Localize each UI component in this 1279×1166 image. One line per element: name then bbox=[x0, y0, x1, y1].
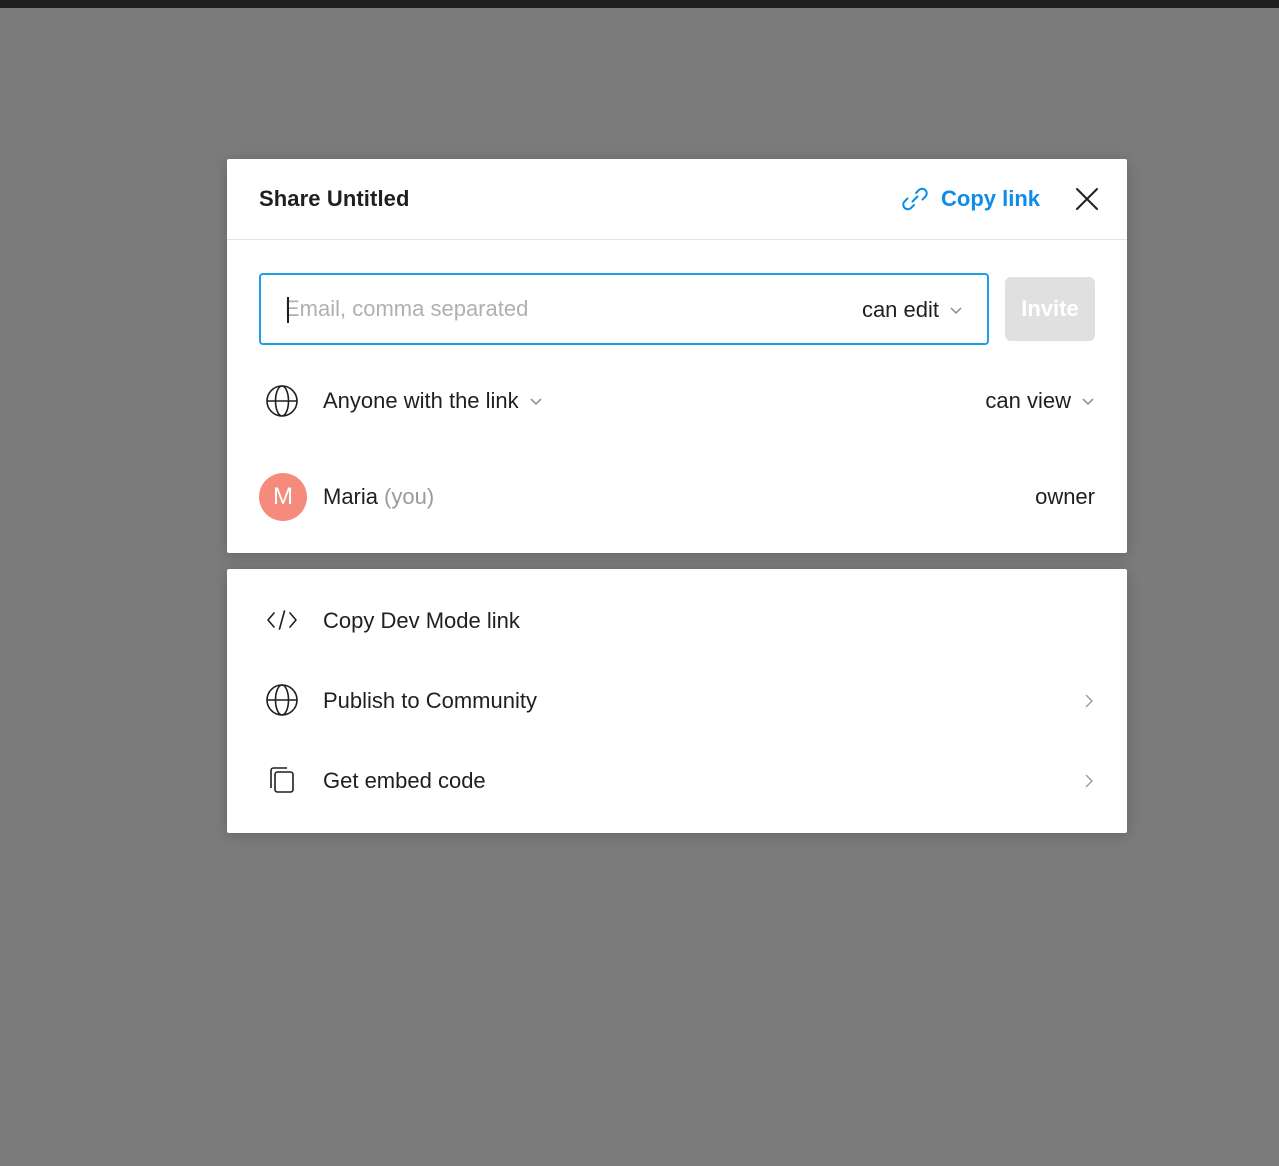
link-permission-label: can view bbox=[985, 388, 1071, 413]
copy-dev-mode-link-item[interactable]: Copy Dev Mode link bbox=[227, 589, 1127, 653]
share-actions-panel: Copy Dev Mode link Publish to Community … bbox=[227, 569, 1127, 833]
avatar: M bbox=[259, 473, 307, 521]
link-permission-dropdown[interactable]: can view bbox=[985, 388, 1095, 414]
embed-copy-icon bbox=[270, 767, 294, 793]
member-name-group: Maria (you) bbox=[323, 484, 434, 510]
chevron-right-icon bbox=[1085, 774, 1094, 788]
dialog-header: Share Untitled Copy link bbox=[227, 159, 1127, 240]
invite-permission-dropdown[interactable]: can edit bbox=[862, 293, 963, 327]
link-icon bbox=[902, 187, 928, 211]
share-dialog: Share Untitled Copy link can edit Invite bbox=[227, 159, 1127, 553]
email-input[interactable] bbox=[285, 291, 825, 327]
code-icon bbox=[267, 610, 297, 630]
link-scope-label: Anyone with the link bbox=[323, 388, 519, 413]
invite-button[interactable]: Invite bbox=[1005, 277, 1095, 341]
copy-link-button[interactable]: Copy link bbox=[899, 181, 1040, 217]
chevron-down-icon bbox=[530, 398, 542, 406]
dialog-title: Share Untitled bbox=[259, 186, 410, 211]
copy-link-label: Copy link bbox=[941, 186, 1041, 211]
globe-icon bbox=[266, 385, 298, 417]
app-top-bar bbox=[0, 0, 1279, 8]
invite-field-container: can edit bbox=[259, 273, 989, 345]
member-you-note: (you) bbox=[384, 484, 435, 509]
member-name: Maria bbox=[323, 484, 379, 509]
text-caret bbox=[287, 297, 289, 323]
publish-to-community-item[interactable]: Publish to Community bbox=[227, 669, 1127, 733]
copy-dev-mode-link-label: Copy Dev Mode link bbox=[323, 608, 520, 633]
globe-icon bbox=[266, 684, 298, 716]
close-button[interactable] bbox=[1073, 185, 1101, 213]
chevron-down-icon bbox=[1082, 398, 1094, 406]
invite-permission-label: can edit bbox=[861, 297, 939, 322]
link-access-row: Anyone with the link can view bbox=[259, 376, 1095, 426]
close-icon bbox=[1076, 188, 1098, 210]
link-scope-dropdown[interactable]: Anyone with the link bbox=[323, 388, 543, 414]
get-embed-code-item[interactable]: Get embed code bbox=[227, 749, 1127, 813]
get-embed-code-label: Get embed code bbox=[323, 768, 486, 793]
chevron-down-icon bbox=[950, 307, 962, 315]
publish-to-community-label: Publish to Community bbox=[323, 688, 537, 713]
member-role: owner bbox=[1035, 484, 1095, 509]
member-row: M Maria (you) owner bbox=[259, 472, 1095, 522]
chevron-right-icon bbox=[1085, 694, 1094, 708]
